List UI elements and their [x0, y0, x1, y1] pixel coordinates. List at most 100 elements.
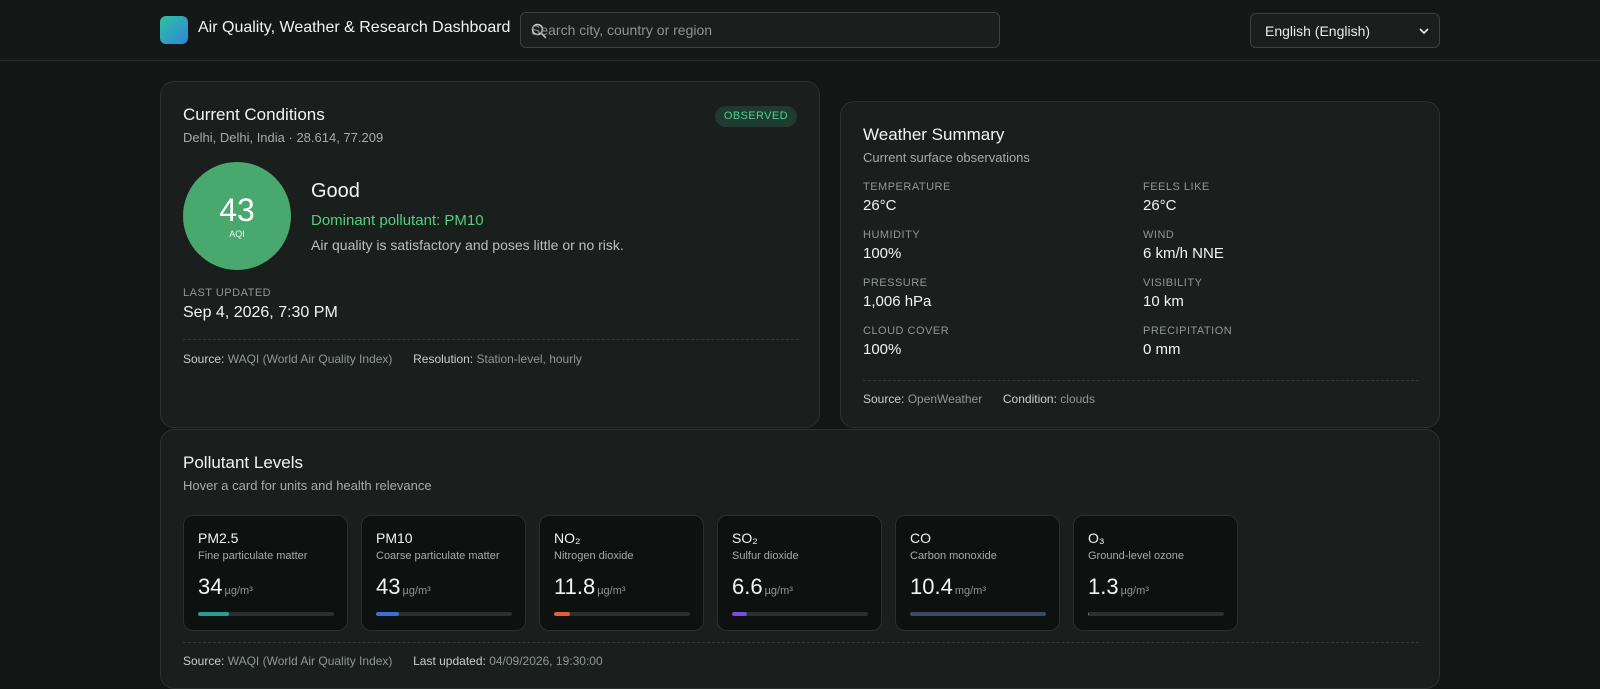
location-text: Delhi, Delhi, India · 28.614, 77.209 — [183, 130, 384, 145]
language-select[interactable]: English (English) — [1250, 13, 1440, 48]
pollutant-unit: µg/m³ — [224, 585, 253, 597]
pollutant-level-fill — [554, 612, 571, 616]
metric-value: 10 km — [1143, 293, 1184, 310]
pollutant-card-so2[interactable]: SO₂ Sulfur dioxide 6.6 µg/m³ — [717, 515, 882, 631]
card-title: Weather Summary — [863, 125, 1005, 144]
pollutant-value: 34 — [198, 574, 223, 599]
dominant-pollutant: Dominant pollutant: PM10 — [311, 212, 484, 229]
condition-value: clouds — [1060, 392, 1095, 406]
pollutant-unit: mg/m³ — [954, 585, 986, 597]
pollutant-unit: µg/m³ — [764, 585, 793, 597]
top-bar: Air Quality, Weather & Research Dashboar… — [0, 0, 1600, 61]
pollutant-level-fill — [1088, 612, 1090, 616]
source-value: OpenWeather — [907, 392, 983, 406]
metric-precipitation: PRECIPITATION 0 mm — [1143, 325, 1232, 358]
pollutant-desc: Nitrogen dioxide — [554, 550, 634, 562]
metric-value: 100% — [863, 245, 902, 262]
pollutant-level-bar — [910, 612, 1046, 616]
pollutant-desc: Coarse particulate matter — [376, 550, 500, 562]
pollutant-name: PM10 — [376, 530, 413, 546]
resolution-value: Station-level, hourly — [476, 352, 582, 366]
aqi-label: AQI — [229, 229, 245, 239]
pollutant-level-fill — [198, 612, 230, 616]
pollutant-level-bar — [1088, 612, 1224, 616]
aqi-gauge: 43 AQI — [183, 162, 291, 270]
card-title: Current Conditions — [183, 105, 325, 124]
pollutant-level-fill — [910, 612, 1046, 616]
source-label: Source: — [863, 392, 905, 406]
pollutant-value: 10.4 — [910, 574, 953, 599]
source-label: Source: — [183, 654, 225, 668]
app-logo-icon — [160, 16, 188, 44]
pollutant-name: O₃ — [1088, 530, 1105, 546]
pollutant-unit: µg/m³ — [402, 585, 431, 597]
pollutant-name: CO — [910, 530, 931, 546]
metric-label: WIND — [1143, 229, 1175, 241]
source-value: WAQI (World Air Quality Index) — [227, 352, 393, 366]
language-select-value: English (English) — [1265, 22, 1371, 39]
metric-pressure: PRESSURE 1,006 hPa — [863, 277, 931, 310]
last-updated-value: Sep 4, 2026, 7:30 PM — [183, 304, 338, 321]
pollutant-name: SO₂ — [732, 530, 758, 546]
aqi-value: 43 — [219, 192, 255, 228]
metric-value: 26°C — [863, 197, 897, 214]
aqi-status: Good — [311, 180, 360, 202]
card-subtitle: Current surface observations — [863, 150, 1030, 165]
divider — [863, 380, 1419, 381]
source-value: WAQI (World Air Quality Index) — [227, 654, 393, 668]
pollutant-card-o3[interactable]: O₃ Ground-level ozone 1.3 µg/m³ — [1073, 515, 1238, 631]
condition-label: Condition: — [1002, 392, 1057, 406]
pollutant-name: PM2.5 — [198, 530, 239, 546]
card-subtitle: Hover a card for units and health releva… — [183, 478, 432, 493]
updated-value: 04/09/2026, 19:30:00 — [489, 654, 603, 668]
metric-label: PRESSURE — [863, 277, 928, 289]
search-input[interactable] — [531, 13, 991, 47]
metric-wind: WIND 6 km/h NNE — [1143, 229, 1224, 262]
chevron-down-icon — [1419, 27, 1429, 34]
updated-label: Last updated: — [413, 654, 486, 668]
app-title: Air Quality, Weather & Research Dashboar… — [198, 19, 511, 36]
pollutant-desc: Fine particulate matter — [198, 550, 308, 562]
metric-label: FEELS LIKE — [1143, 181, 1210, 193]
pollutant-level-bar — [376, 612, 512, 616]
metric-label: VISIBILITY — [1143, 277, 1203, 289]
resolution-label: Resolution: — [413, 352, 474, 366]
pollutant-unit: µg/m³ — [597, 585, 626, 597]
status-badge: OBSERVED — [714, 106, 797, 127]
metric-value: 26°C — [1143, 197, 1177, 214]
metric-label: HUMIDITY — [863, 229, 921, 241]
pollutant-value: 43 — [376, 574, 401, 599]
card-footer: Source: OpenWeather Condition: clouds — [863, 392, 1095, 406]
search-box[interactable] — [520, 12, 1000, 48]
pollutant-level-fill — [732, 612, 747, 616]
source-label: Source: — [183, 352, 225, 366]
metric-temperature: TEMPERATURE 26°C — [863, 181, 951, 214]
metric-value: 0 mm — [1143, 341, 1181, 358]
divider — [183, 642, 1419, 643]
pollutant-card-pm10[interactable]: PM10 Coarse particulate matter 43 µg/m³ — [361, 515, 526, 631]
metric-label: CLOUD COVER — [863, 325, 950, 337]
divider — [183, 339, 799, 340]
pollutant-value: 11.8 — [554, 574, 596, 599]
metric-label: PRECIPITATION — [1143, 325, 1233, 337]
pollutant-card-co[interactable]: CO Carbon monoxide 10.4 mg/m³ — [895, 515, 1060, 631]
pollutant-level-fill — [376, 612, 400, 616]
metric-value: 6 km/h NNE — [1143, 245, 1224, 262]
pollutant-desc: Carbon monoxide — [910, 550, 997, 562]
metric-feels-like: FEELS LIKE 26°C — [1143, 181, 1210, 214]
metric-cloud-cover: CLOUD COVER 100% — [863, 325, 949, 358]
metric-value: 100% — [863, 341, 902, 358]
pollutant-desc: Sulfur dioxide — [732, 550, 799, 562]
metric-value: 1,006 hPa — [863, 293, 932, 310]
pollutant-card-no2[interactable]: NO₂ Nitrogen dioxide 11.8 µg/m³ — [539, 515, 704, 631]
pollutant-value: 6.6 — [732, 574, 763, 599]
pollutant-unit: µg/m³ — [1120, 585, 1149, 597]
current-conditions-card: Current Conditions Delhi, Delhi, India ·… — [160, 81, 820, 428]
pollutant-level-bar — [554, 612, 690, 616]
pollutant-card-pm25[interactable]: PM2.5 Fine particulate matter 34 µg/m³ — [183, 515, 348, 631]
card-footer: Source: WAQI (World Air Quality Index) L… — [183, 654, 603, 668]
pollutant-level-bar — [732, 612, 868, 616]
card-footer: Source: WAQI (World Air Quality Index) R… — [183, 352, 582, 366]
pollutant-desc: Ground-level ozone — [1088, 550, 1185, 562]
weather-summary-card: Weather Summary Current surface observat… — [840, 101, 1440, 428]
